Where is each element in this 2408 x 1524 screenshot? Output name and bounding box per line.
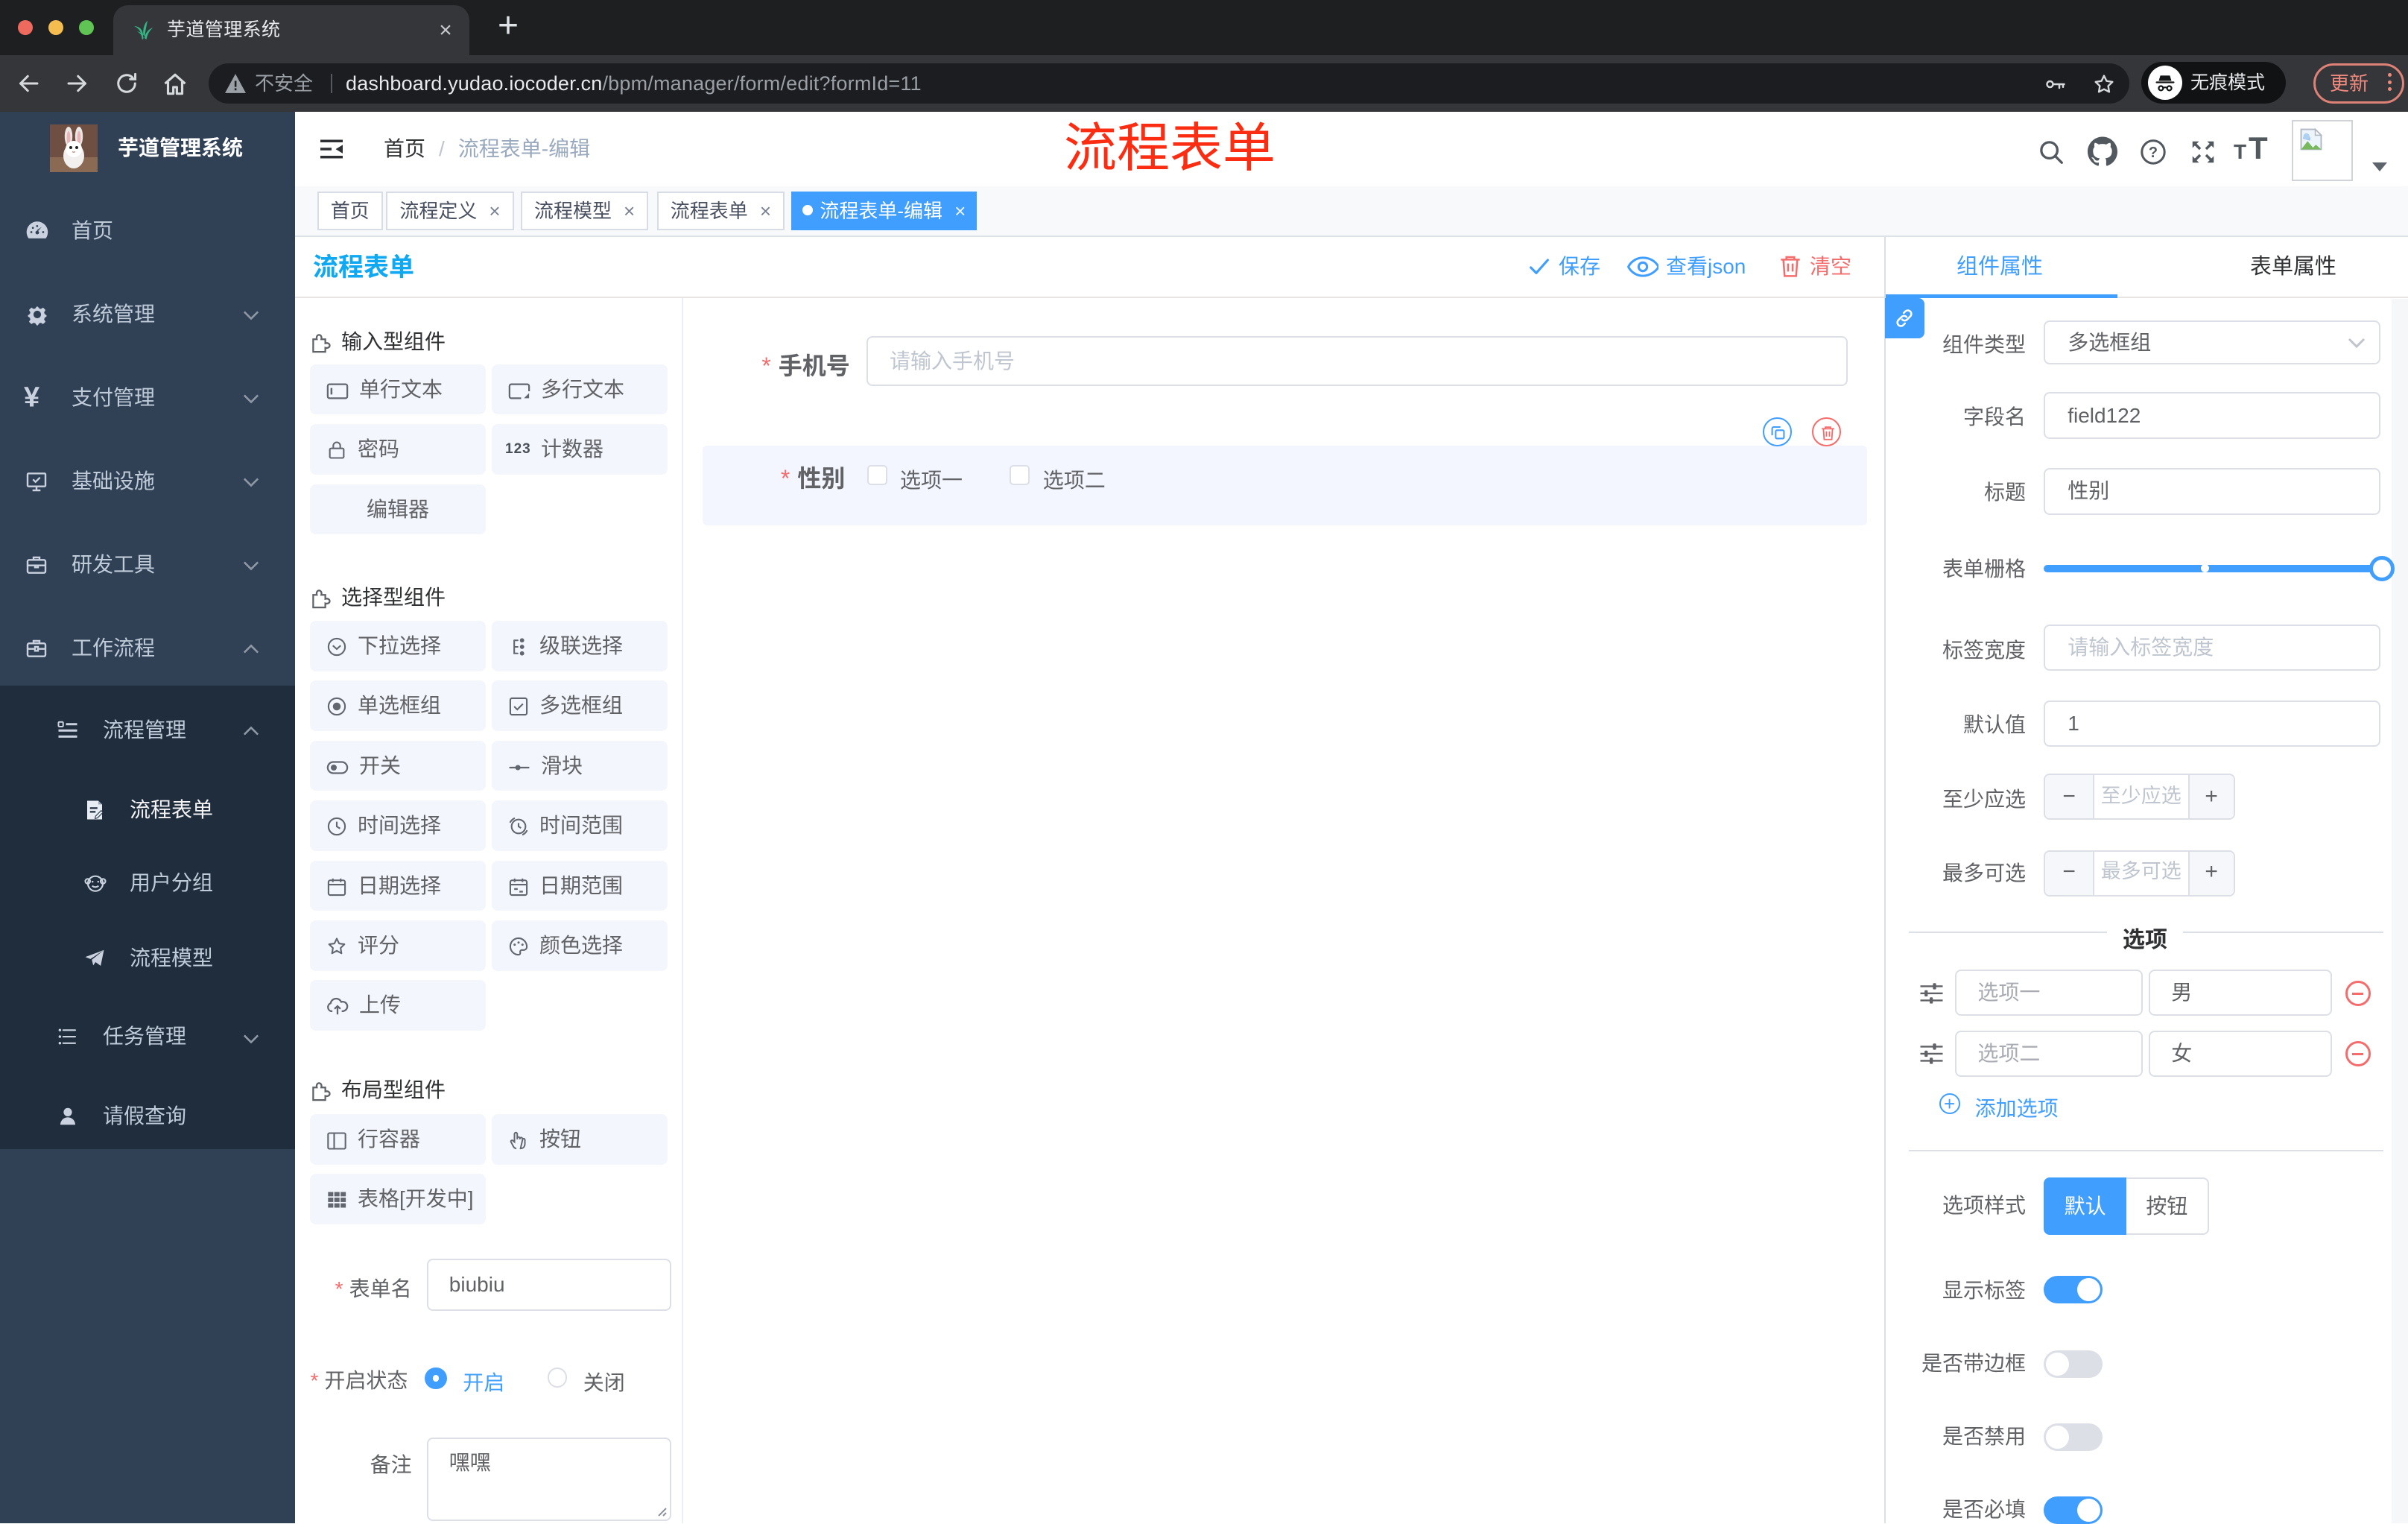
svg-text:?: ?	[2149, 145, 2158, 161]
